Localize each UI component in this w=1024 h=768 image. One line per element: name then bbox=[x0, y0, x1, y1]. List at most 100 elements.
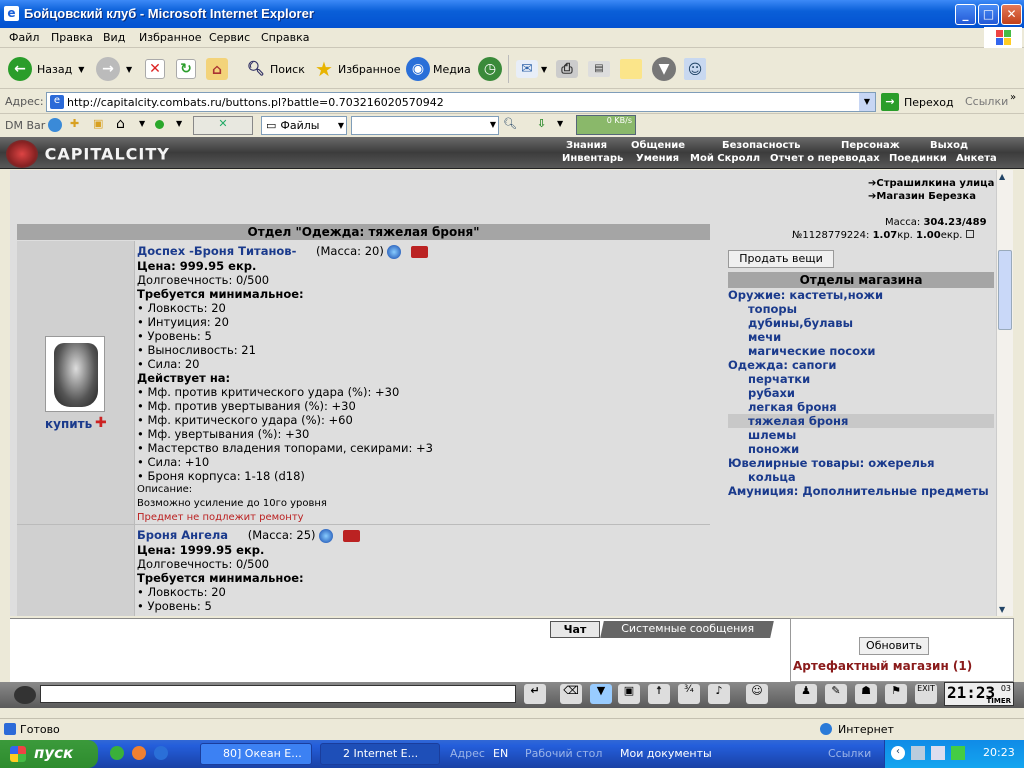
mail-button[interactable]: ✉ ▼ bbox=[516, 53, 547, 85]
messenger-button[interactable]: ☺ bbox=[684, 53, 706, 85]
department-link[interactable]: рубахи bbox=[728, 386, 994, 400]
menu-favorites[interactable]: Избранное bbox=[139, 31, 201, 44]
globe-icon[interactable] bbox=[387, 244, 402, 259]
save-icon[interactable]: ▣ bbox=[618, 684, 640, 704]
menu-tools[interactable]: Сервис bbox=[209, 31, 250, 44]
department-link[interactable]: топоры bbox=[728, 302, 994, 316]
download-icon[interactable]: ⇩ bbox=[537, 117, 546, 130]
links-button[interactable]: Ссылки bbox=[965, 95, 1008, 108]
quicklaunch-browser-icon[interactable] bbox=[132, 746, 146, 760]
taskbar-item-ie[interactable]: 2 Internet E... bbox=[320, 743, 440, 765]
nav-skills[interactable]: Умения bbox=[636, 153, 679, 164]
address-input[interactable]: e http://capitalcity.combats.ru/buttons.… bbox=[46, 92, 876, 112]
minimize-button[interactable]: _ bbox=[955, 4, 976, 25]
scroll-down-icon[interactable]: ▼ bbox=[999, 605, 1005, 614]
department-link[interactable]: перчатки bbox=[728, 372, 994, 386]
department-link[interactable]: магические посохи bbox=[728, 344, 994, 358]
smiley-icon[interactable]: ☺ bbox=[746, 684, 768, 704]
refresh-button[interactable]: ↻ bbox=[176, 53, 196, 85]
scroll-up-icon[interactable]: ▲ bbox=[999, 172, 1005, 181]
dm-search-input[interactable]: ▼ bbox=[351, 116, 499, 135]
department-link[interactable]: тяжелая броня bbox=[728, 414, 994, 428]
links-toolbar[interactable]: Ссылки bbox=[828, 747, 871, 760]
bag-icon[interactable]: ♟ bbox=[795, 684, 817, 704]
refresh-button[interactable]: Обновить bbox=[859, 637, 929, 655]
quicklaunch-globe-icon[interactable] bbox=[110, 746, 124, 760]
nav-security[interactable]: Безопасность bbox=[722, 140, 801, 151]
runner-icon[interactable]: ☨ bbox=[648, 684, 670, 704]
search-icon[interactable]: 🔍︎ bbox=[503, 117, 517, 130]
plus-icon[interactable]: ✚ bbox=[95, 415, 107, 431]
tray-network-icon[interactable] bbox=[911, 746, 925, 760]
menu-file[interactable]: Файл bbox=[9, 31, 39, 44]
nav-character[interactable]: Персонаж bbox=[841, 140, 900, 151]
stop-button[interactable]: ✕ bbox=[145, 53, 165, 85]
forward-button[interactable]: → ▼ bbox=[96, 53, 132, 85]
search-button[interactable]: 🔍︎ Поиск bbox=[244, 53, 305, 85]
department-link[interactable]: легкая броня bbox=[728, 400, 994, 414]
department-link[interactable]: поножи bbox=[728, 442, 994, 456]
quicklaunch-media-icon[interactable] bbox=[154, 746, 168, 760]
maximize-button[interactable]: □ bbox=[978, 4, 999, 25]
scroll-icon[interactable]: ✎ bbox=[825, 684, 847, 704]
folder-icon[interactable]: ▣ bbox=[93, 117, 103, 130]
department-link[interactable]: дубины,булавы bbox=[728, 316, 994, 330]
globe-icon[interactable] bbox=[319, 528, 334, 543]
globe-icon[interactable] bbox=[48, 118, 62, 132]
department-link[interactable]: шлемы bbox=[728, 428, 994, 442]
tray-chevron-icon[interactable]: ‹ bbox=[891, 746, 905, 760]
shop-link[interactable]: ➔Магазин Березка bbox=[868, 191, 976, 202]
eraser-icon[interactable]: ⌫ bbox=[560, 684, 582, 704]
gift-icon[interactable] bbox=[342, 529, 360, 542]
nav-exit[interactable]: Выход bbox=[930, 140, 968, 151]
speaker-icon[interactable] bbox=[14, 686, 36, 704]
start-button[interactable]: пуск bbox=[0, 740, 98, 768]
department-link[interactable]: Одежда: сапоги bbox=[728, 358, 994, 372]
menu-view[interactable]: Вид bbox=[103, 31, 125, 44]
go-button[interactable]: → Переход bbox=[881, 92, 954, 112]
translit-icon[interactable]: ¾ bbox=[678, 684, 700, 704]
research-button[interactable]: ▼ bbox=[652, 53, 676, 85]
documents-toolbar[interactable]: Мои документы bbox=[620, 747, 712, 760]
close-button[interactable]: ✕ bbox=[1001, 4, 1022, 25]
group-icon[interactable]: ☗ bbox=[855, 684, 877, 704]
menu-edit[interactable]: Правка bbox=[51, 31, 93, 44]
send-icon[interactable]: ↵ bbox=[524, 684, 546, 704]
scroll-thumb[interactable] bbox=[998, 250, 1012, 330]
exit-icon[interactable]: EXIT bbox=[915, 684, 937, 704]
edit-button[interactable]: ▤ bbox=[588, 53, 610, 85]
nav-knowledge[interactable]: Знания bbox=[566, 140, 607, 151]
tray-app-icon[interactable] bbox=[951, 746, 965, 760]
favorites-button[interactable]: ★ Избранное bbox=[312, 53, 400, 85]
sell-button[interactable]: Продать вещи bbox=[728, 250, 834, 268]
department-link[interactable]: Амуниция: Дополнительные предметы bbox=[728, 484, 994, 498]
department-link[interactable]: мечи bbox=[728, 330, 994, 344]
media-button[interactable]: ◉ Медиа bbox=[406, 53, 471, 85]
desktop-toolbar[interactable]: Рабочий стол bbox=[525, 747, 602, 760]
menu-help[interactable]: Справка bbox=[261, 31, 309, 44]
department-link[interactable]: Оружие: кастеты,ножи bbox=[728, 288, 994, 302]
home-icon[interactable]: ⌂ bbox=[116, 116, 125, 132]
music-icon[interactable]: ♪ bbox=[708, 684, 730, 704]
nav-communication[interactable]: Общение bbox=[631, 140, 685, 151]
department-link[interactable]: кольца bbox=[728, 470, 994, 484]
add-icon[interactable]: ✚ bbox=[70, 117, 79, 130]
department-link[interactable]: Ювелирные товары: ожерелья bbox=[728, 456, 994, 470]
chevron-right-icon[interactable]: » bbox=[1010, 92, 1016, 103]
buy-link[interactable]: купить bbox=[45, 417, 92, 431]
nav-scroll[interactable]: Мой Скролл bbox=[690, 153, 760, 164]
page-scrollbar[interactable]: ▲ ▼ bbox=[996, 170, 1013, 616]
tab-chat[interactable]: Чат bbox=[550, 621, 600, 638]
street-link[interactable]: ➔Страшилкина улица bbox=[868, 178, 994, 189]
history-button[interactable]: ◷ bbox=[478, 53, 502, 85]
chat-input[interactable] bbox=[40, 685, 516, 703]
connect-button[interactable]: ✕ bbox=[193, 116, 253, 135]
item-name[interactable]: Доспех -Броня Титанов- bbox=[137, 244, 296, 258]
taskbar-item-ocean[interactable]: 80] Океан Е... bbox=[200, 743, 312, 765]
nav-transfers[interactable]: Отчет о переводах bbox=[770, 153, 880, 164]
item-name[interactable]: Броня Ангела bbox=[137, 528, 228, 542]
address-dropdown-icon[interactable]: ▼ bbox=[859, 93, 875, 111]
files-select[interactable]: ▭ Файлы ▼ bbox=[261, 116, 347, 135]
nav-inventory[interactable]: Инвентарь bbox=[562, 153, 623, 164]
home-button[interactable]: ⌂ bbox=[206, 53, 228, 85]
